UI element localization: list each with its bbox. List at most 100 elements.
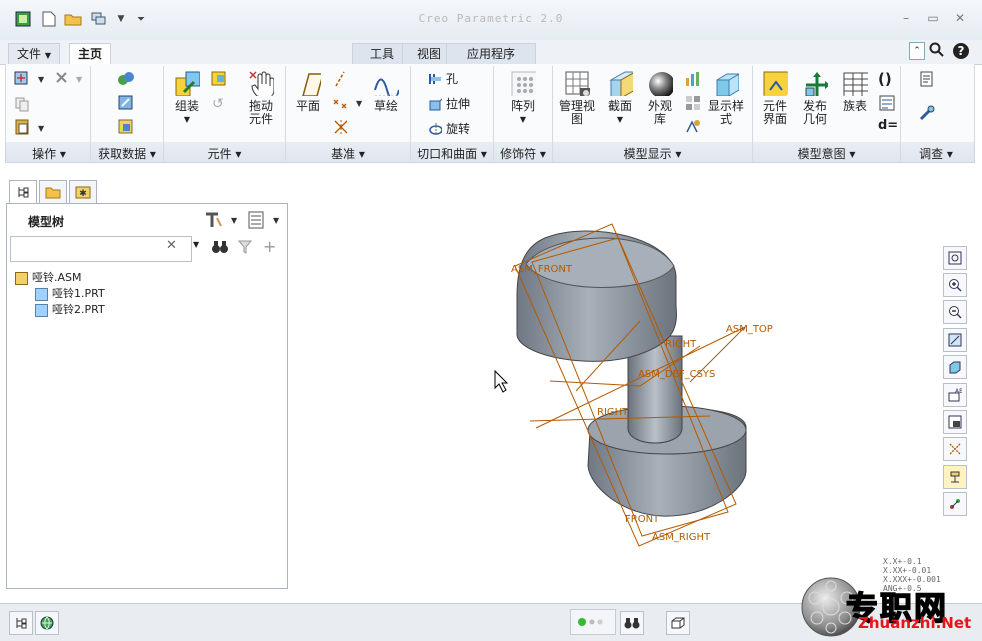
window-switch-icon[interactable]	[90, 10, 108, 28]
copy-geometry-icon[interactable]	[117, 94, 135, 115]
user-defined-feature-icon[interactable]	[117, 70, 135, 91]
group-label-operations[interactable]: 操作 ▾	[8, 145, 90, 162]
new-file-icon[interactable]	[40, 10, 58, 28]
tree-item-label: 哑铃2.PRT	[52, 303, 105, 316]
chevron-down-icon: ▼	[616, 115, 624, 124]
group-label-datum[interactable]: 基准 ▾	[286, 145, 410, 162]
open-folder-icon[interactable]	[64, 10, 82, 28]
filter-icon[interactable]	[237, 239, 253, 258]
show-navigator-icon[interactable]	[9, 611, 33, 635]
drag-components-button[interactable]: 拖动 元件	[240, 70, 282, 126]
datum-axis-icon[interactable]	[332, 70, 348, 91]
customize-toolbar-icon[interactable]: ⏷	[132, 10, 150, 28]
coordinate-system-icon[interactable]	[332, 118, 350, 139]
svg-text:▼: ▼	[273, 216, 280, 225]
render-region-icon[interactable]	[684, 94, 702, 115]
group-label-get-data[interactable]: 获取数据 ▾	[91, 145, 163, 162]
creo-app-icon[interactable]	[14, 10, 32, 28]
clear-search-icon[interactable]: ✕	[166, 238, 177, 253]
perspective-icon[interactable]	[684, 118, 702, 139]
file-menu[interactable]: 文件 ▼	[8, 43, 60, 65]
find-binoculars-icon[interactable]	[211, 239, 229, 258]
tree-item-part-1[interactable]: 哑铃1.PRT	[35, 285, 105, 301]
section-button[interactable]: 截面 ▼	[602, 70, 638, 126]
help-icon[interactable]: ?	[952, 42, 970, 63]
saved-orientations-icon[interactable]: AB	[943, 383, 967, 407]
revolve-button[interactable]: 旋转	[428, 120, 470, 137]
measure-icon[interactable]	[918, 70, 936, 91]
tab-home[interactable]: 主页	[69, 43, 112, 66]
find-icon[interactable]	[620, 611, 644, 635]
regenerate-icon[interactable]: ▼	[14, 70, 45, 89]
svg-text:▼: ▼	[38, 75, 44, 84]
tab-folder-browser[interactable]	[39, 180, 67, 204]
maximize-button[interactable]: ▭	[922, 10, 944, 26]
group-label-model-intent[interactable]: 模型意图 ▾	[753, 145, 900, 162]
display-style-small-icon[interactable]	[943, 355, 967, 379]
hole-button[interactable]: 孔	[428, 70, 458, 87]
tree-settings-icon[interactable]: ▼	[203, 210, 239, 233]
group-label-cut-and-surface[interactable]: 切口和曲面 ▾	[411, 145, 493, 162]
merge-inheritance-icon[interactable]	[117, 118, 135, 139]
d-equals-button[interactable]: d=	[878, 118, 898, 133]
repeat-icon[interactable]: ↺	[212, 96, 224, 112]
quick-access-dropdown-icon[interactable]: ▼	[112, 10, 130, 28]
view-manager-icon[interactable]	[943, 410, 967, 434]
display-style-label: 显示样 式	[707, 99, 744, 126]
appearance-gallery-button[interactable]: 外观 库	[642, 70, 678, 126]
datum-display-filters-icon[interactable]	[943, 437, 967, 461]
modifiers-label: 修饰符	[500, 147, 537, 161]
group-label-model-display[interactable]: 模型显示 ▾	[553, 145, 752, 162]
publish-geometry-icon	[805, 72, 828, 96]
repaint-icon[interactable]	[943, 328, 967, 352]
tree-item-part-2[interactable]: 哑铃2.PRT	[35, 301, 105, 317]
add-icon[interactable]: +	[263, 237, 276, 256]
tab-applications[interactable]: 应用程序	[446, 43, 536, 64]
annotation-display-icon[interactable]	[943, 492, 967, 516]
family-table-button[interactable]: 族表	[838, 70, 872, 113]
chevron-down-icon: ▼	[183, 115, 191, 124]
graphics-viewport[interactable]: ASM_FRONT ASM_TOP RIGHT ASM_DEF_CSYS RIG…	[290, 166, 938, 602]
component-interface-button[interactable]: 元件 界面	[758, 70, 792, 126]
tab-model-tree[interactable]	[9, 180, 37, 204]
relations-braces-icon[interactable]: ()	[878, 70, 892, 88]
create-component-icon[interactable]	[210, 70, 228, 91]
copy-icon[interactable]	[14, 96, 30, 115]
show-columns-icon[interactable]: ▼	[247, 210, 283, 233]
appearance-sphere-icon	[649, 72, 673, 96]
zoom-out-icon[interactable]	[943, 300, 967, 324]
pattern-button[interactable]: 阵列 ▼	[505, 70, 541, 126]
regeneration-status[interactable]	[570, 609, 616, 635]
search-options-dropdown-icon[interactable]: ▼	[193, 240, 199, 249]
paste-icon[interactable]: ▼	[14, 118, 48, 139]
delete-icon[interactable]: ▼	[54, 70, 84, 89]
manage-views-button[interactable]: 管理视 图	[556, 70, 598, 126]
collapse-ribbon-icon[interactable]: ⌃	[909, 42, 925, 60]
refit-icon[interactable]	[943, 246, 967, 270]
revolve-icon	[429, 122, 442, 135]
group-label-modifiers[interactable]: 修饰符 ▾	[494, 145, 552, 162]
plane-button[interactable]: 平面	[290, 70, 326, 113]
tree-item-assembly[interactable]: 哑铃.ASM	[15, 269, 82, 285]
zoom-in-icon[interactable]	[943, 273, 967, 297]
close-button[interactable]: ✕	[949, 10, 971, 26]
selection-filter-icon[interactable]	[666, 611, 690, 635]
datum-point-icon[interactable]: ▼	[332, 94, 364, 115]
group-label-component[interactable]: 元件 ▾	[164, 145, 285, 162]
assemble-button[interactable]: 组装 ▼	[168, 70, 206, 126]
publish-geometry-button[interactable]: 发布 几何	[798, 70, 832, 126]
extrude-button[interactable]: 拉伸	[428, 95, 470, 112]
sketch-button[interactable]: 草绘	[368, 70, 404, 113]
parameters-icon[interactable]	[878, 94, 896, 115]
minimize-button[interactable]: –	[895, 10, 917, 26]
tab-favorites[interactable]: ✱	[69, 180, 97, 204]
search-icon[interactable]	[929, 42, 945, 62]
group-label-investigate[interactable]: 调查 ▾	[901, 145, 971, 162]
spin-center-icon[interactable]	[943, 465, 967, 489]
model-tree-icon	[18, 187, 29, 198]
scenes-icon[interactable]	[684, 70, 702, 91]
model-tree-search-input[interactable]	[10, 236, 192, 262]
analysis-icon[interactable]	[918, 104, 936, 125]
show-browser-icon[interactable]	[35, 611, 59, 635]
display-style-button[interactable]: 显示样 式	[706, 70, 746, 126]
